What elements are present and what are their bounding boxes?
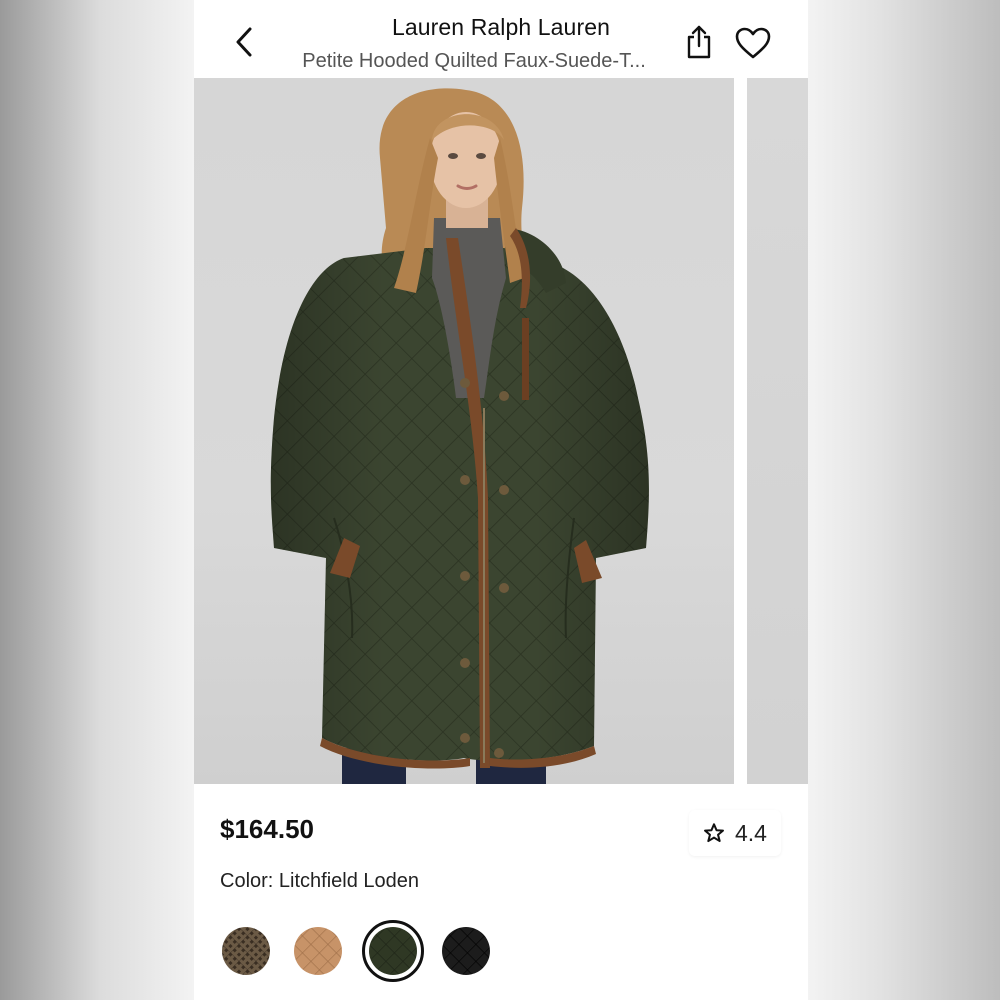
rating-badge[interactable]: 4.4 [689, 810, 781, 856]
swatch-black[interactable] [442, 927, 490, 975]
black-swatch-pattern [442, 927, 490, 975]
houndstooth-swatch-pattern [222, 927, 270, 975]
product-price: $164.50 [220, 814, 314, 844]
model-photo-illustration [270, 88, 649, 784]
image-carousel[interactable] [194, 78, 808, 784]
swatch-houndstooth-brown[interactable] [222, 927, 270, 975]
share-button[interactable] [684, 24, 714, 60]
product-image [194, 78, 734, 784]
app-screen: Lauren Ralph Lauren Petite Hooded Quilte… [194, 0, 808, 1000]
color-label: Color: Litchfield Loden [220, 870, 420, 892]
product-header: Lauren Ralph Lauren Petite Hooded Quilte… [194, 0, 808, 78]
favorite-button[interactable] [734, 26, 772, 60]
swatch-litchfield-loden-selected[interactable] [362, 920, 424, 982]
product-info: $164.50 4.4 Color: Litchfield Loden [194, 784, 808, 1000]
next-product-image[interactable] [747, 78, 808, 784]
color-swatches [222, 920, 522, 982]
loden-swatch-pattern [369, 927, 417, 975]
rating-value: 4.4 [735, 819, 767, 846]
camel-swatch-pattern [294, 927, 342, 975]
share-icon [687, 25, 711, 59]
star-outline-icon [704, 823, 724, 843]
product-title: Petite Hooded Quilted Faux-Suede-T... [302, 50, 646, 72]
brand-name: Lauren Ralph Lauren [391, 14, 610, 40]
swatch-camel[interactable] [294, 927, 342, 975]
heart-outline-icon [735, 27, 771, 59]
